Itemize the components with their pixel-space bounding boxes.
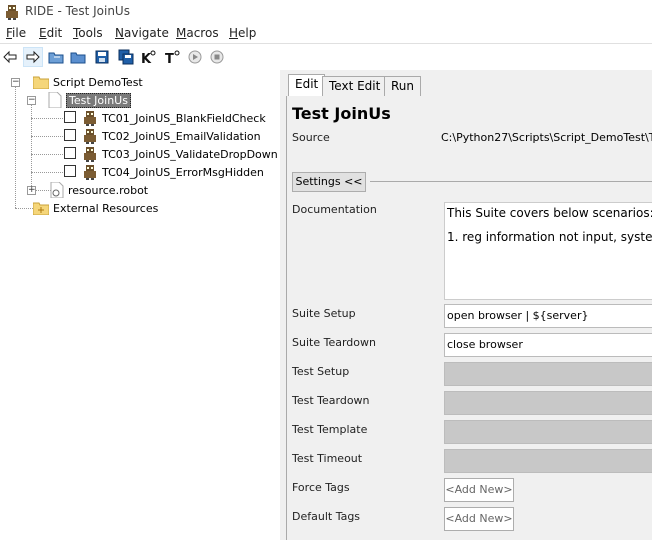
menu-tools[interactable]: Tools (73, 26, 103, 40)
tree-resource-label: resource.robot (68, 183, 149, 197)
test-label: TC03_JoinUS_ValidateDropDown (102, 147, 278, 161)
tree-test-item[interactable]: TC01_JoinUS_BlankFieldCheck (82, 109, 266, 127)
test-label: TC04_JoinUS_ErrorMsgHidden (102, 165, 264, 179)
expand-resource-toggle[interactable]: + (27, 186, 36, 195)
open-directory-icon[interactable] (68, 47, 88, 67)
suite-setup-field[interactable]: open browser | ${server} (444, 304, 652, 328)
robot-icon (82, 164, 98, 180)
tree-external-label: External Resources (53, 201, 159, 215)
title-bar: RIDE - Test JoinUs (0, 0, 652, 24)
force-tags-label: Force Tags (292, 481, 350, 494)
menu-edit[interactable]: Edit (39, 26, 62, 40)
source-path: C:\Python27\Scripts\Script_DemoTest\Test… (441, 131, 652, 144)
external-folder-icon (32, 201, 50, 216)
test-checkbox[interactable] (64, 165, 76, 177)
suite-editor: Test JoinUs Source C:\Python27\Scripts\S… (286, 96, 652, 540)
force-tags-add-button[interactable]: <Add New> (444, 478, 514, 502)
tab-text-edit[interactable]: Text Edit (322, 76, 388, 96)
tree-root-label: Script DemoTest (53, 75, 143, 89)
run-icon[interactable] (185, 47, 205, 67)
default-tags-label: Default Tags (292, 510, 361, 523)
open-suite-icon[interactable] (46, 47, 66, 67)
documentation-label: Documentation (292, 203, 377, 216)
tree-suite-label: Test JoinUs (66, 92, 131, 108)
documentation-field[interactable]: This Suite covers below scenarios: 1. re… (444, 202, 652, 300)
source-label: Source (292, 131, 330, 144)
back-arrow-icon[interactable] (0, 47, 20, 67)
test-teardown-field (444, 391, 652, 415)
test-setup-label: Test Setup (292, 365, 350, 378)
test-checkbox[interactable] (64, 111, 76, 123)
test-checkbox[interactable] (64, 129, 76, 141)
suite-setup-label: Suite Setup (292, 307, 356, 320)
suite-teardown-field[interactable]: close browser (444, 333, 652, 357)
page-title: Test JoinUs (292, 104, 391, 123)
search-tests-icon[interactable]: T (162, 47, 182, 67)
robot-icon (82, 110, 98, 126)
tab-edit[interactable]: Edit (288, 74, 326, 96)
file-icon (48, 91, 62, 109)
default-tags-add-button[interactable]: <Add New> (444, 507, 514, 531)
test-timeout-label: Test Timeout (292, 452, 363, 465)
editor-notebook: Edit Text Edit Run Test JoinUs Source C:… (284, 70, 652, 540)
search-keywords-icon[interactable]: K (138, 47, 158, 67)
tree-root[interactable]: Script DemoTest (32, 73, 143, 91)
tab-run[interactable]: Run (384, 76, 422, 96)
save-icon[interactable] (92, 47, 112, 67)
test-timeout-field (444, 449, 652, 473)
test-template-field (444, 420, 652, 444)
tree-resource[interactable]: resource.robot (50, 181, 148, 199)
stop-icon[interactable] (207, 47, 227, 67)
svg-text:K: K (141, 52, 152, 65)
save-all-icon[interactable] (116, 47, 136, 67)
test-checkbox[interactable] (64, 147, 76, 159)
documentation-line: 1. reg information not input, system d (447, 230, 652, 244)
menu-navigate[interactable]: Navigate (115, 26, 169, 40)
settings-divider (370, 181, 652, 182)
window-title: RIDE - Test JoinUs (25, 4, 130, 18)
suite-teardown-label: Suite Teardown (292, 336, 376, 349)
ride-robot-icon (4, 4, 20, 20)
test-teardown-label: Test Teardown (292, 394, 370, 407)
test-setup-field (444, 362, 652, 386)
menu-macros[interactable]: Macros (176, 26, 219, 40)
collapse-suite-toggle[interactable]: − (27, 96, 36, 105)
folder-icon (32, 75, 50, 90)
test-label: TC02_JoinUS_EmailValidation (102, 129, 261, 143)
tree-test-item[interactable]: TC04_JoinUS_ErrorMsgHidden (82, 163, 264, 181)
menu-help[interactable]: Help (229, 26, 256, 40)
test-template-label: Test Template (292, 423, 368, 436)
documentation-line: This Suite covers below scenarios: (447, 206, 652, 220)
toolbar: K T (0, 44, 652, 70)
tree-test-item[interactable]: TC02_JoinUS_EmailValidation (82, 127, 261, 145)
test-label: TC01_JoinUS_BlankFieldCheck (102, 111, 266, 125)
tree-suite[interactable]: Test JoinUs (48, 91, 131, 109)
tree-external-resources[interactable]: External Resources (32, 199, 159, 217)
suite-tree: − Script DemoTest − Test JoinUs TC01_Joi… (0, 70, 282, 540)
tree-test-item[interactable]: TC03_JoinUS_ValidateDropDown (82, 145, 278, 163)
robot-icon (82, 128, 98, 144)
settings-toggle-button[interactable]: Settings << (292, 172, 366, 192)
resource-file-icon (50, 181, 64, 199)
forward-arrow-icon[interactable] (23, 47, 43, 67)
svg-text:T: T (165, 52, 174, 65)
menu-file[interactable]: File (6, 26, 26, 40)
collapse-root-toggle[interactable]: − (11, 78, 20, 87)
robot-icon (82, 146, 98, 162)
menu-bar: File Edit Tools Navigate Macros Help (0, 24, 652, 44)
